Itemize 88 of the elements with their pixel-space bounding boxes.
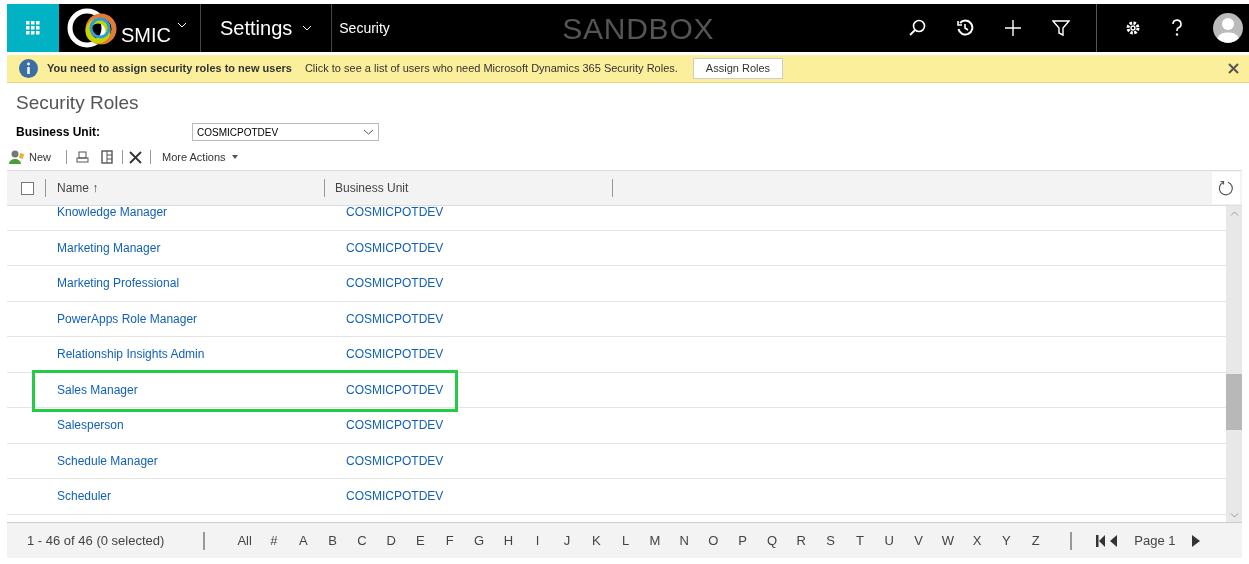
role-name-link[interactable]: Relationship Insights Admin [57,345,346,364]
scrollbar[interactable] [1226,206,1242,522]
assign-roles-button[interactable]: Assign Roles [692,58,784,79]
scroll-thumb[interactable] [1226,374,1242,430]
letter-filter-link[interactable]: R [786,530,816,551]
business-unit-link[interactable]: COSMICPOTDEV [346,487,444,506]
business-unit-dropdown[interactable]: COSMICPOTDEV [192,123,379,141]
role-name-link[interactable]: PowerApps Role Manager [57,309,346,328]
letter-filter-link[interactable]: H [493,530,523,551]
chevron-down-icon[interactable] [302,25,313,31]
waffle-icon [26,21,40,35]
business-unit-link[interactable]: COSMICPOTDEV [346,206,444,222]
business-unit-link[interactable]: COSMICPOTDEV [346,309,444,328]
role-name-link[interactable]: Marketing Manager [57,238,346,257]
select-all-checkbox[interactable] [21,181,34,195]
caret-icon [231,155,238,159]
letter-filter-link[interactable]: P [728,530,758,551]
search-icon[interactable] [908,19,926,37]
app-name: SMIC [121,23,171,48]
column-header[interactable]: Business Unit [335,179,612,197]
letter-filter-link[interactable]: E [405,530,436,551]
new-role-icon [9,150,25,164]
info-icon [19,59,38,78]
business-unit-link[interactable]: COSMICPOTDEV [346,416,444,435]
business-unit-link[interactable]: COSMICPOTDEV [346,274,444,293]
history-icon[interactable] [956,19,974,37]
area-title[interactable]: Settings [220,13,293,43]
avatar-icon[interactable] [1213,13,1243,43]
refresh-button[interactable] [1212,172,1240,204]
record-count: 1 - 46 of 46 (0 selected) [27,531,166,550]
notification-title: You need to assign security roles to new users [47,61,292,77]
role-name-link[interactable]: Salesperson [57,416,346,435]
export-icon[interactable] [101,150,113,164]
role-name-link[interactable]: Marketing Professional [57,274,346,293]
delete-icon[interactable] [129,150,142,164]
business-unit-link[interactable]: COSMICPOTDEV [346,345,444,364]
business-unit-label: Business Unit: [16,124,101,141]
close-icon[interactable] [1228,63,1239,74]
business-unit-link[interactable]: COSMICPOTDEV [346,451,444,470]
letter-filter-link[interactable]: W [933,530,963,551]
letter-filter-link[interactable]: O [698,530,729,551]
letter-filter-link[interactable]: F [435,530,465,551]
letter-filter-link[interactable]: C [347,530,377,551]
business-unit-link[interactable]: COSMICPOTDEV [346,238,444,257]
letter-filter-link[interactable]: A [288,530,318,551]
settings-icon[interactable] [1125,20,1141,36]
letter-filter-link[interactable]: V [903,530,934,551]
page-number: Page 1 [1134,531,1176,550]
letter-filter-link[interactable]: L [610,530,641,551]
column-header[interactable]: Name ↑ [57,179,324,197]
letter-filter-link[interactable]: N [669,530,699,551]
filter-icon[interactable] [1052,19,1070,37]
letter-filter-link[interactable]: Y [991,530,1021,551]
plus-icon[interactable] [1004,19,1022,37]
environment-label: SANDBOX [562,10,715,47]
letter-filter-link[interactable]: I [522,530,553,551]
new-button[interactable]: New [9,148,51,166]
first-page-icon[interactable] [1096,534,1119,547]
role-name-link[interactable]: Knowledge Manager [57,206,346,222]
next-page-icon[interactable] [1191,534,1200,547]
more-actions-button[interactable]: More Actions [162,148,238,166]
letter-filter-link[interactable]: Z [1021,530,1051,551]
letter-filter-link[interactable]: D [376,530,406,551]
letter-filter-link[interactable]: S [815,530,846,551]
chevron-down-icon[interactable] [177,22,187,28]
help-icon[interactable] [1171,19,1183,37]
letter-filter-link[interactable]: U [874,530,904,551]
refresh-icon [1218,180,1234,196]
letter-filter-link[interactable]: # [259,530,289,551]
page-title: Security Roles [16,91,140,115]
app-launcher-button[interactable] [7,4,59,52]
chevron-down-icon [363,129,374,135]
letter-filter-link[interactable]: X [962,530,992,551]
role-name-link[interactable]: Scheduler [57,487,346,506]
letter-filter-link[interactable]: J [552,530,582,551]
business-unit-link[interactable]: COSMICPOTDEV [346,380,444,399]
print-icon[interactable] [76,150,89,164]
notification-message[interactable]: Click to see a list of users who need Microsoft Dynamics 365 Security Roles. [304,60,678,77]
letter-filter-link[interactable]: B [317,530,348,551]
role-name-link[interactable]: Schedule Manager [57,451,346,470]
role-name-link[interactable]: Sales Manager [57,380,346,399]
breadcrumb-link[interactable]: Security [339,17,390,39]
letter-filter-link[interactable]: K [581,530,611,551]
letter-filter-link[interactable]: G [464,530,494,551]
letter-filter-link[interactable]: All [230,530,260,551]
letter-filter-link[interactable]: T [845,530,875,551]
letter-filter-link[interactable]: M [640,530,670,551]
letter-filter-link[interactable]: Q [757,530,787,551]
